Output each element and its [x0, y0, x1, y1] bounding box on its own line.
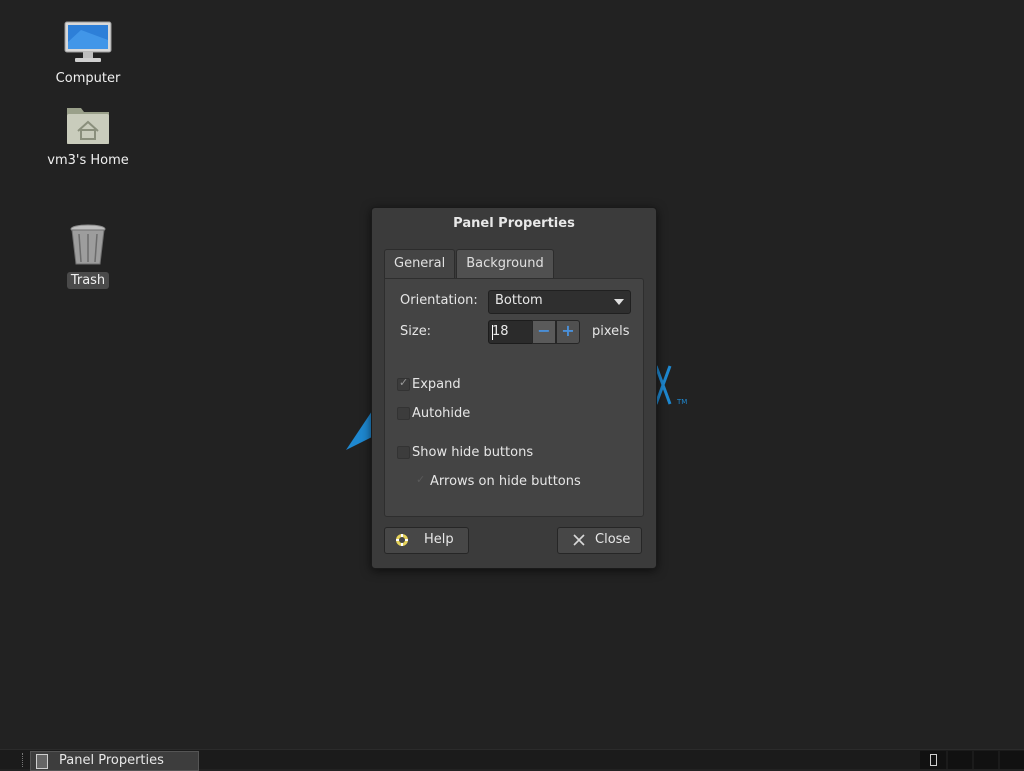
- show-hide-buttons-checkbox[interactable]: [397, 446, 410, 459]
- autohide-label[interactable]: Autohide: [412, 406, 470, 421]
- autohide-checkbox[interactable]: [397, 407, 410, 420]
- desktop-icon-home[interactable]: vm3's Home: [38, 102, 138, 169]
- size-input[interactable]: 18: [488, 320, 533, 344]
- tray-icon-slot[interactable]: [920, 751, 946, 769]
- tray-slot-empty[interactable]: [1000, 751, 1024, 769]
- help-button[interactable]: Help: [384, 527, 469, 554]
- close-button-label: Close: [595, 532, 631, 547]
- expand-label[interactable]: Expand: [412, 377, 461, 392]
- orientation-dropdown[interactable]: Bottom: [488, 290, 631, 314]
- arrows-on-hide-buttons-label: Arrows on hide buttons: [430, 474, 581, 489]
- panel-properties-dialog: Panel Properties General Background Orie…: [371, 207, 657, 569]
- taskbar: Panel Properties: [0, 749, 1024, 771]
- size-unit-label: pixels: [592, 324, 630, 339]
- tab-background[interactable]: Background: [456, 249, 554, 278]
- clipboard-icon: [930, 754, 937, 766]
- help-button-label: Help: [424, 532, 454, 547]
- size-increment-button[interactable]: +: [556, 320, 580, 344]
- desktop-icon-label: Computer: [55, 71, 121, 86]
- desktop-icon-label: Trash: [66, 272, 110, 289]
- checkmark-icon: ✓: [416, 473, 426, 486]
- svg-text:TM: TM: [676, 398, 687, 406]
- lifebuoy-icon: [395, 533, 409, 547]
- checkmark-icon: ✓: [399, 376, 409, 389]
- close-button[interactable]: Close: [557, 527, 642, 554]
- tab-general[interactable]: General: [384, 249, 456, 278]
- taskbar-grip[interactable]: [22, 753, 25, 767]
- desktop-icon-label: vm3's Home: [47, 153, 129, 168]
- taskbar-task-label: Panel Properties: [59, 753, 164, 768]
- plus-icon: +: [561, 321, 575, 340]
- home-folder-icon: [63, 102, 113, 148]
- trash-icon: [63, 222, 113, 268]
- tray-slot-empty[interactable]: [974, 751, 998, 769]
- desktop-icon-computer[interactable]: Computer: [38, 20, 138, 87]
- size-value: 18: [492, 324, 509, 339]
- tray-slot-empty[interactable]: [948, 751, 972, 769]
- taskbar-task-panel-properties[interactable]: Panel Properties: [30, 751, 199, 771]
- show-hide-buttons-label[interactable]: Show hide buttons: [412, 445, 533, 460]
- dialog-title: Panel Properties: [453, 216, 575, 231]
- minus-icon: −: [537, 321, 551, 340]
- close-icon: [572, 533, 586, 547]
- general-tab-panel: Orientation: Bottom Size: 18 − + pixels …: [384, 278, 644, 517]
- orientation-label: Orientation:: [400, 293, 478, 308]
- computer-icon: [63, 20, 113, 66]
- window-icon: [36, 754, 48, 769]
- orientation-value: Bottom: [495, 293, 543, 308]
- size-decrement-button[interactable]: −: [532, 320, 556, 344]
- dropdown-arrow-icon: [614, 299, 624, 305]
- size-label: Size:: [400, 324, 432, 339]
- expand-checkbox[interactable]: ✓: [397, 376, 410, 391]
- desktop-icon-trash[interactable]: Trash: [38, 222, 138, 289]
- tab-bar: General Background: [384, 249, 555, 278]
- arrows-on-hide-buttons-checkbox: ✓: [414, 473, 427, 488]
